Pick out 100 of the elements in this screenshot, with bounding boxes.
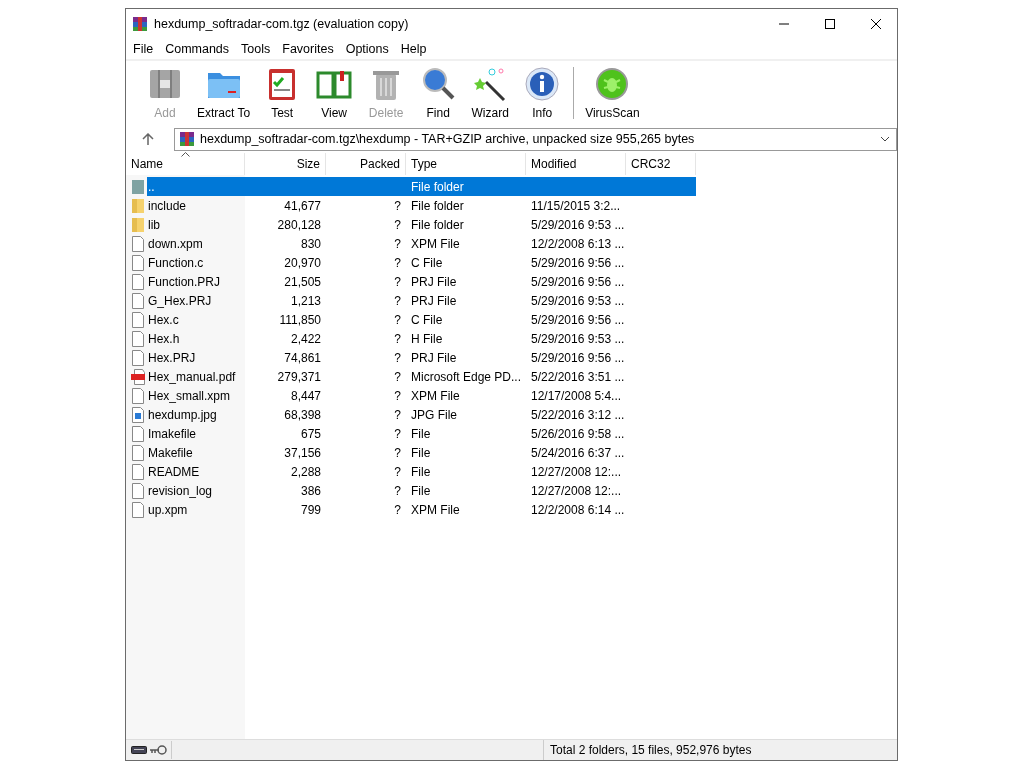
archive-icon <box>179 131 195 147</box>
file-name: hexdump.jpg <box>147 407 218 422</box>
packed-cell: ? <box>394 255 401 270</box>
type-cell: XPM File <box>411 502 460 517</box>
toolbar-button[interactable]: Extract To <box>192 64 256 125</box>
file-name: .. <box>147 179 156 194</box>
size-cell: 386 <box>300 483 321 498</box>
file-name: Hex.h <box>147 331 181 346</box>
packed-cell: ? <box>394 312 401 327</box>
modified-cell: 5/29/2016 9:53 ... <box>531 217 625 232</box>
packed-cell: ? <box>394 388 401 403</box>
info-icon <box>524 66 561 102</box>
document-icon <box>131 463 145 480</box>
address-field[interactable]: hexdump_softradar-com.tgz\hexdump - TAR+GZIP archive, unpacked size 955,265 bytes <box>174 127 897 151</box>
size-cell: 8,447 <box>290 388 321 403</box>
document-icon <box>131 311 145 328</box>
menu-item[interactable]: Favorites <box>282 42 334 56</box>
up-arrow-icon[interactable] <box>142 133 154 145</box>
packed-cell: ? <box>394 464 401 479</box>
file-name: Function.c <box>147 255 205 270</box>
modified-cell: 12/2/2008 6:14 ... <box>531 502 625 517</box>
modified-cell: 5/29/2016 9:56 ... <box>531 350 625 365</box>
key-icon <box>149 745 167 755</box>
toolbar-button[interactable]: Test <box>257 64 308 125</box>
modified-cell: 12/27/2008 12:... <box>531 464 622 479</box>
size-cell: 2,422 <box>290 331 321 346</box>
type-cell: H File <box>411 331 443 346</box>
toolbar-button[interactable]: Wizard <box>465 64 516 125</box>
type-cell: XPM File <box>411 388 460 403</box>
modified-cell: 5/24/2016 6:37 ... <box>531 445 625 460</box>
menu-item[interactable]: Tools <box>241 42 271 56</box>
column-header[interactable]: Modified <box>526 153 626 175</box>
modified-cell: 5/29/2016 9:56 ... <box>531 312 625 327</box>
modified-cell: 12/27/2008 12:... <box>531 483 622 498</box>
document-icon <box>131 444 145 461</box>
column-header[interactable]: CRC32 <box>626 153 696 175</box>
file-name: Hex_small.xpm <box>147 388 232 403</box>
menu-item[interactable]: Options <box>345 42 389 56</box>
document-icon <box>131 482 145 499</box>
menu-item[interactable]: Help <box>400 42 427 56</box>
packed-cell: ? <box>394 350 401 365</box>
document-icon <box>131 349 145 366</box>
column-header[interactable]: Packed <box>326 153 406 175</box>
menu-item[interactable]: Commands <box>165 42 230 56</box>
size-cell: 2,288 <box>290 464 321 479</box>
modified-cell: 5/26/2016 9:58 ... <box>531 426 625 441</box>
type-cell: PRJ File <box>411 293 457 308</box>
type-cell: File <box>411 426 431 441</box>
column-header[interactable]: Size <box>245 153 326 175</box>
packed-cell: ? <box>394 502 401 517</box>
type-cell: File <box>411 464 431 479</box>
packed-cell: ? <box>394 236 401 251</box>
document-icon <box>131 330 145 347</box>
menu-item[interactable]: File <box>133 42 154 56</box>
dropdown-caret-icon[interactable] <box>880 136 890 142</box>
size-cell: 68,398 <box>284 407 321 422</box>
modified-cell: 11/15/2015 3:2... <box>531 198 621 213</box>
toolbar-button[interactable]: View <box>309 64 360 125</box>
type-cell: File folder <box>411 198 464 213</box>
packed-cell: ? <box>394 293 401 308</box>
file-name: down.xpm <box>147 236 204 251</box>
modified-cell: 12/2/2008 6:13 ... <box>531 236 625 251</box>
pdf-icon <box>131 368 145 385</box>
size-cell: 675 <box>300 426 321 441</box>
size-cell: 37,156 <box>284 445 321 460</box>
type-cell: PRJ File <box>411 274 457 289</box>
maximize-icon[interactable] <box>825 19 835 29</box>
status-text: Total 2 folders, 15 files, 952,976 bytes <box>543 740 752 760</box>
close-icon[interactable] <box>871 19 881 29</box>
size-cell: 279,371 <box>277 369 321 384</box>
file-name: include <box>147 198 188 213</box>
document-icon <box>131 254 145 271</box>
toolbar-button[interactable]: Info <box>517 64 568 125</box>
packed-cell: ? <box>394 331 401 346</box>
modified-cell: 5/29/2016 9:53 ... <box>531 293 625 308</box>
magnifier-icon <box>420 66 457 102</box>
modified-cell: 5/22/2016 3:12 ... <box>531 407 625 422</box>
document-icon <box>131 387 145 404</box>
toolbar-button[interactable]: VirusScan <box>580 64 645 125</box>
column-header[interactable]: Name <box>126 153 245 175</box>
type-cell: Microsoft Edge PD... <box>411 369 522 384</box>
size-cell: 20,970 <box>284 255 321 270</box>
file-name: Hex.PRJ <box>147 350 197 365</box>
size-cell: 111,850 <box>279 312 321 327</box>
document-icon <box>131 425 145 442</box>
sort-caret-icon <box>181 152 190 157</box>
type-cell: File folder <box>411 179 464 194</box>
size-cell: 74,861 <box>284 350 321 365</box>
file-name: lib <box>147 217 161 232</box>
file-name: Function.PRJ <box>147 274 222 289</box>
type-cell: JPG File <box>411 407 457 422</box>
selected-row-highlight[interactable]: .. File folder <box>147 177 696 196</box>
document-icon <box>131 501 145 518</box>
archive-icon <box>132 16 148 32</box>
column-header[interactable]: Type <box>406 153 526 175</box>
window-title: hexdump_softradar-com.tgz (evaluation copy) <box>154 17 409 31</box>
file-name: Hex_manual.pdf <box>147 369 237 384</box>
packed-cell: ? <box>394 426 401 441</box>
file-name: revision_log <box>147 483 214 498</box>
toolbar-button[interactable]: Find <box>413 64 464 125</box>
